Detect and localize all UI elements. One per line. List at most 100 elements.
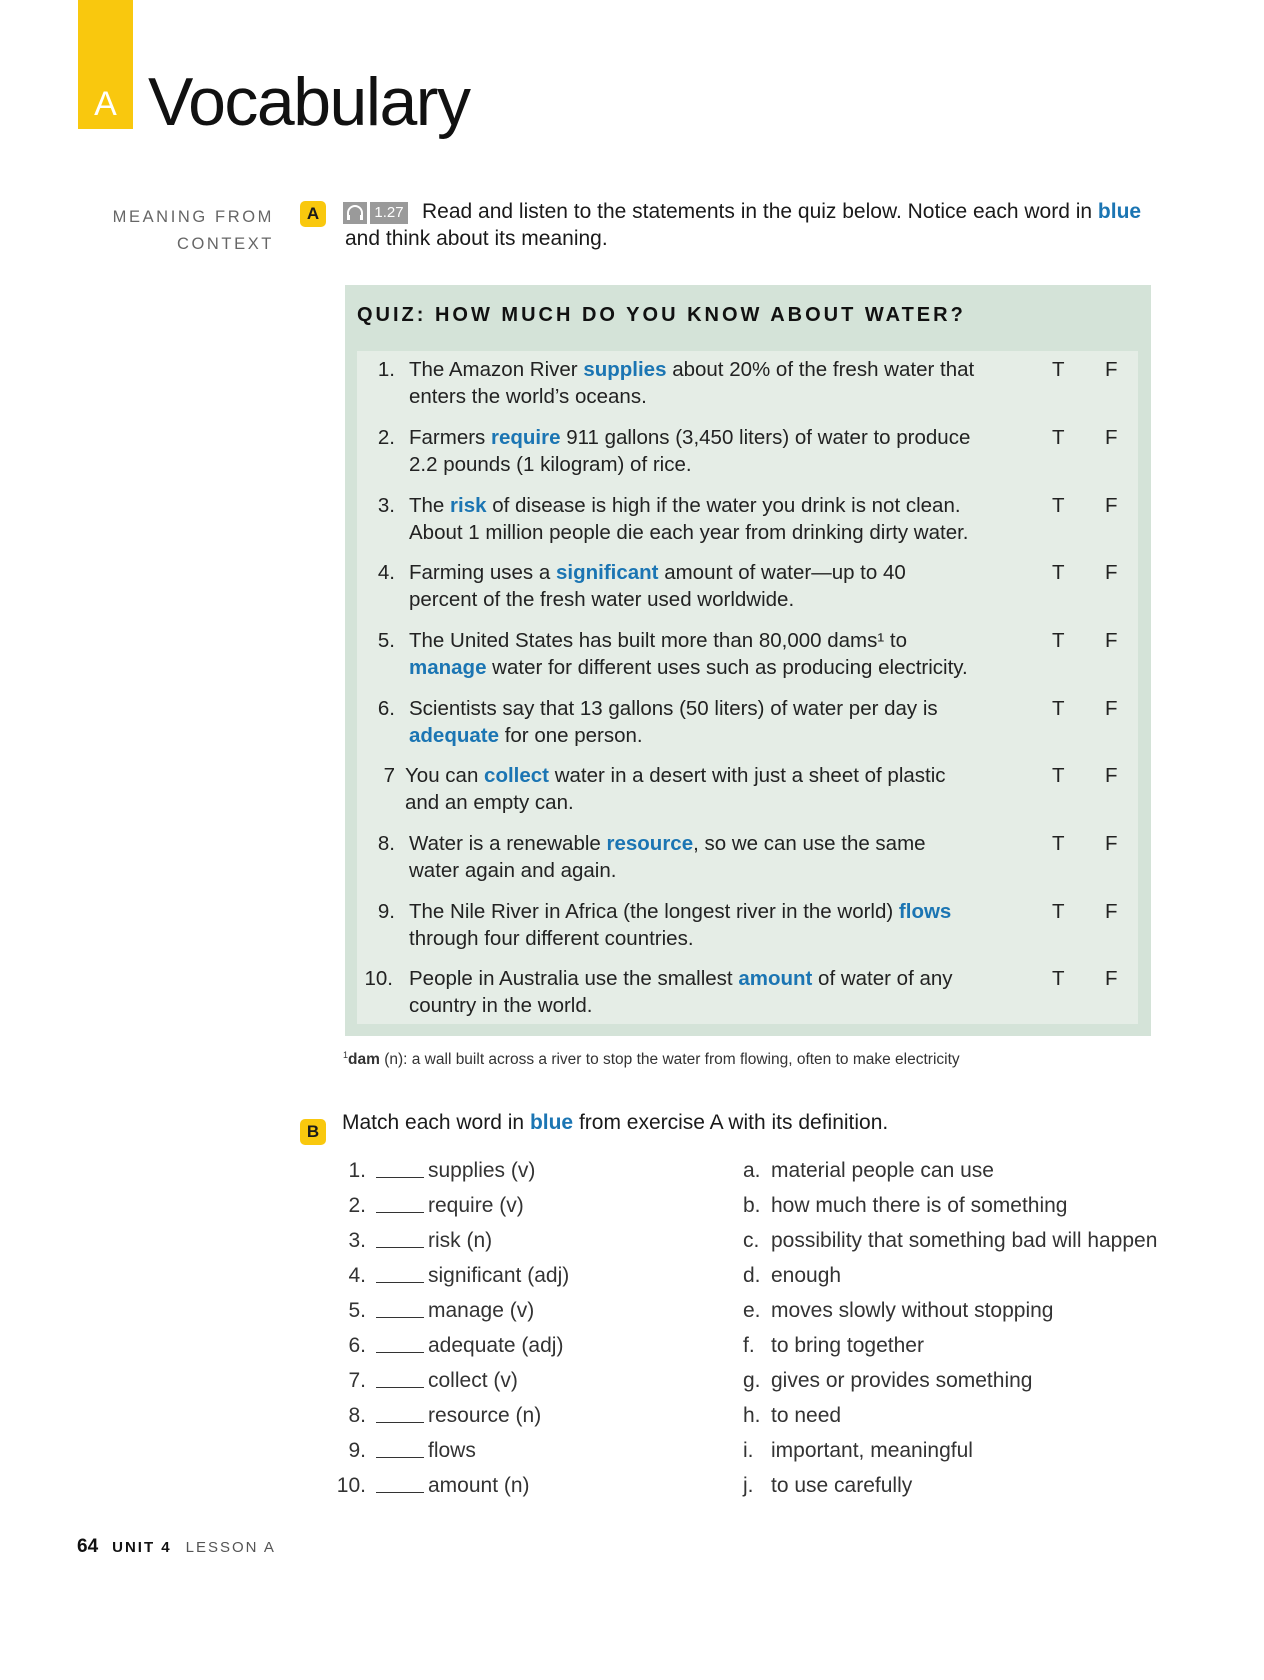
vocab-word: resource <box>606 832 694 855</box>
definition-letter: e. <box>743 1299 761 1322</box>
skill-label-line1: MEANING FROM <box>112 208 274 226</box>
definition-text: how much there is of something <box>771 1194 1068 1217</box>
quiz-item-text: Water is a renewable resource, so we can… <box>409 830 979 884</box>
quiz-item-number: 10. <box>364 967 394 990</box>
footnote-term: dam <box>348 1051 380 1069</box>
quiz-item-text: Farmers require 911 gallons (3,450 liter… <box>409 424 979 478</box>
match-word-number: 2. <box>348 1194 366 1217</box>
statement-text: The Amazon River <box>409 358 584 381</box>
true-option[interactable]: T <box>1052 492 1065 519</box>
match-word: amount (n) <box>428 1474 530 1497</box>
match-word: collect (v) <box>428 1369 518 1392</box>
footnote-text: (n): a wall built across a river to stop… <box>379 1051 960 1069</box>
answer-blank[interactable] <box>376 1177 424 1178</box>
quiz-item-text: People in Australia use the smallest amo… <box>409 965 979 1019</box>
match-word-number: 3. <box>348 1229 366 1252</box>
false-option[interactable]: F <box>1105 762 1118 789</box>
definition-text: important, meaningful <box>771 1439 973 1462</box>
definition-text: to use carefully <box>771 1474 913 1497</box>
match-word-number: 9. <box>348 1439 366 1462</box>
definition-text: material people can use <box>771 1159 994 1182</box>
match-word: risk (n) <box>428 1229 493 1252</box>
headphones-icon <box>347 205 363 220</box>
statement-text: You can <box>405 764 485 787</box>
false-option[interactable]: F <box>1105 356 1118 383</box>
answer-blank[interactable] <box>376 1212 424 1213</box>
answer-blank[interactable] <box>376 1422 424 1423</box>
definition-text: moves slowly without stopping <box>771 1299 1054 1322</box>
quiz-item-number: 6. <box>377 697 395 720</box>
vocab-word: adequate <box>409 724 499 747</box>
answer-blank[interactable] <box>376 1457 424 1458</box>
false-option[interactable]: F <box>1105 695 1118 722</box>
match-word: supplies (v) <box>428 1159 536 1182</box>
false-option[interactable]: F <box>1105 492 1118 519</box>
vocab-word: amount <box>738 967 813 990</box>
statement-text: The Nile River in Africa (the longest ri… <box>409 900 899 923</box>
vocab-word: risk <box>450 494 487 517</box>
definition-letter: j. <box>743 1474 754 1497</box>
quiz-item-number: 7 <box>383 764 395 787</box>
quiz-item-text: Scientists say that 13 gallons (50 liter… <box>409 695 979 749</box>
instruction-text-end: from exercise A with its definition. <box>573 1111 889 1134</box>
true-option[interactable]: T <box>1052 695 1065 722</box>
statement-text-end: through four different countries. <box>409 927 694 950</box>
answer-blank[interactable] <box>376 1492 424 1493</box>
quiz-item-number: 1. <box>377 358 395 381</box>
true-option[interactable]: T <box>1052 898 1065 925</box>
false-option[interactable]: F <box>1105 965 1118 992</box>
audio-track-number[interactable]: 1.27 <box>370 202 408 224</box>
instruction-text: Read and listen to the statements in the… <box>422 200 1098 223</box>
true-option[interactable]: T <box>1052 627 1065 654</box>
false-option[interactable]: F <box>1105 898 1118 925</box>
statement-text-end: of disease is high if the water you drin… <box>409 494 969 544</box>
quiz-items: 1. The Amazon River supplies about 20% of… <box>357 351 1138 1024</box>
match-word-number: 5. <box>348 1299 366 1322</box>
match-word-number: 8. <box>348 1404 366 1427</box>
definition-text: enough <box>771 1264 842 1287</box>
answer-blank[interactable] <box>376 1317 424 1318</box>
quiz-item-text: The risk of disease is high if the water… <box>409 492 979 546</box>
exercise-b-badge: B <box>300 1119 326 1145</box>
true-option[interactable]: T <box>1052 965 1065 992</box>
definition-letter: f. <box>743 1334 755 1357</box>
statement-text-end: water for different uses such as produci… <box>486 656 968 679</box>
true-option[interactable]: T <box>1052 424 1065 451</box>
definition-letter: h. <box>743 1404 761 1427</box>
true-option[interactable]: T <box>1052 830 1065 857</box>
definition-letter: c. <box>743 1229 760 1252</box>
instruction-text: Match each word in <box>342 1111 530 1134</box>
unit-label: UNIT 4 <box>112 1539 172 1556</box>
match-word-number: 4. <box>348 1264 366 1287</box>
exercise-a-instruction: Read and listen to the statements in the… <box>345 198 1155 252</box>
quiz-item-text: Farming uses a significant amount of wat… <box>409 559 979 613</box>
quiz-item-number: 3. <box>377 494 395 517</box>
statement-text: People in Australia use the smallest <box>409 967 739 990</box>
definition-letter: d. <box>743 1264 761 1287</box>
instruction-blue-word: blue <box>529 1111 574 1134</box>
answer-blank[interactable] <box>376 1352 424 1353</box>
answer-blank[interactable] <box>376 1247 424 1248</box>
quiz-item-text: You can collect water in a desert with j… <box>405 762 975 816</box>
vocab-word: supplies <box>583 358 667 381</box>
lesson-label: LESSON A <box>185 1539 276 1556</box>
footnote: 1dam (n): a wall built across a river to… <box>343 1050 960 1069</box>
false-option[interactable]: F <box>1105 627 1118 654</box>
quiz-item-text: The Nile River in Africa (the longest ri… <box>409 898 979 952</box>
match-word: significant (adj) <box>428 1264 570 1287</box>
false-option[interactable]: F <box>1105 559 1118 586</box>
true-option[interactable]: T <box>1052 762 1065 789</box>
false-option[interactable]: F <box>1105 424 1118 451</box>
page-footer: 64 UNIT 4 LESSON A <box>77 1536 276 1558</box>
quiz-item-number: 5. <box>377 629 395 652</box>
false-option[interactable]: F <box>1105 830 1118 857</box>
true-option[interactable]: T <box>1052 559 1065 586</box>
audio-button[interactable] <box>343 202 367 224</box>
page-number: 64 <box>77 1536 99 1557</box>
match-word: flows <box>428 1439 476 1462</box>
answer-blank[interactable] <box>376 1387 424 1388</box>
true-option[interactable]: T <box>1052 356 1065 383</box>
section-letter: A <box>94 85 117 123</box>
answer-blank[interactable] <box>376 1282 424 1283</box>
quiz-item-number: 9. <box>377 900 395 923</box>
